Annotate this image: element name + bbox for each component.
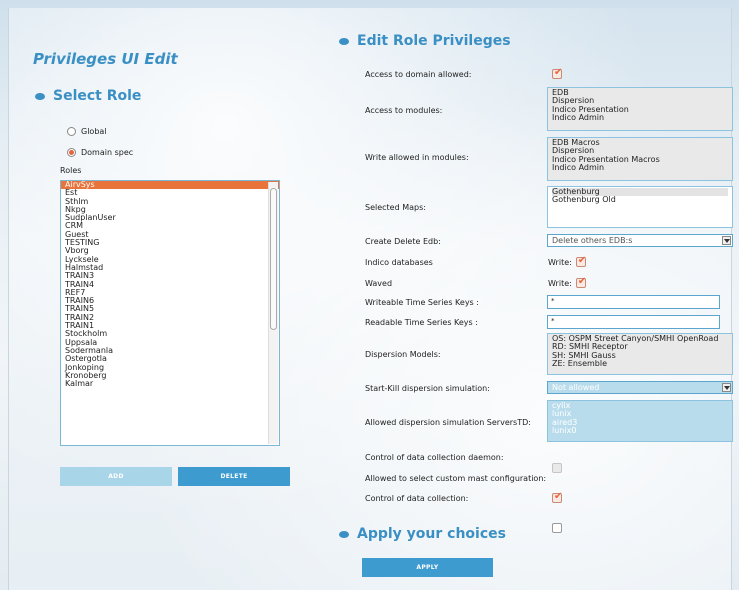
ctrl-daemon-checkbox[interactable] bbox=[552, 463, 562, 473]
list-item[interactable]: Gothenburg Old bbox=[552, 195, 728, 204]
role-list-item[interactable]: Kronoberg bbox=[61, 371, 279, 380]
role-list-item[interactable]: CRM bbox=[61, 222, 279, 231]
custom-mast-checkbox[interactable] bbox=[552, 491, 562, 503]
ctrl-daemon-label: Control of data collection daemon: bbox=[365, 453, 504, 462]
roles-listbox[interactable]: AirvSys Est Sthlm Nkpg SudplanUser CRM Guest TE… bbox=[60, 180, 280, 446]
radio-domain-label: Domain spec bbox=[81, 148, 134, 157]
roles-scrollbar[interactable] bbox=[268, 182, 278, 444]
create-delete-label: Create Delete Edb: bbox=[365, 237, 441, 246]
create-delete-value: Delete others EDB:s bbox=[552, 236, 633, 245]
radio-global[interactable]: Global bbox=[67, 127, 107, 136]
waved-write: Write: bbox=[548, 276, 586, 288]
writeable-ts-input[interactable]: * bbox=[547, 295, 720, 309]
radio-domain-spec[interactable]: Domain spec bbox=[67, 148, 133, 157]
list-item[interactable]: aired3 bbox=[552, 418, 728, 427]
role-list-item[interactable]: Sthlm bbox=[61, 197, 279, 206]
start-kill-value: Not allowed bbox=[552, 383, 600, 392]
indico-write: Write: bbox=[548, 255, 586, 267]
indico-write-checkbox[interactable] bbox=[575, 255, 586, 267]
role-list-item[interactable]: Kalmar bbox=[61, 379, 279, 388]
list-item[interactable]: lunix0 bbox=[552, 426, 728, 435]
add-button[interactable]: ADD bbox=[60, 467, 172, 486]
selected-maps-label: Selected Maps: bbox=[365, 203, 426, 212]
dispersion-models-listbox[interactable]: OS: OSPM Street Canyon/SMHI OpenRoad RD:… bbox=[547, 333, 733, 375]
radio-button-icon[interactable] bbox=[67, 127, 76, 136]
list-item[interactable]: Indico Admin bbox=[552, 113, 728, 122]
access-modules-listbox[interactable]: EDB Dispersion Indico Presentation Indic… bbox=[547, 87, 733, 131]
write-label: Write: bbox=[548, 278, 572, 288]
list-item[interactable]: lunix bbox=[552, 409, 728, 418]
access-domain-label: Access to domain allowed: bbox=[365, 70, 472, 79]
selected-maps-listbox[interactable]: Gothenburg Gothenburg Old bbox=[547, 186, 733, 228]
list-item[interactable]: ZE: Ensemble bbox=[552, 359, 728, 368]
readable-ts-input[interactable]: * bbox=[547, 315, 720, 329]
roles-label: Roles bbox=[60, 166, 82, 175]
create-delete-select[interactable]: Delete others EDB:s bbox=[547, 234, 733, 247]
role-list-item[interactable]: SudplanUser bbox=[61, 213, 279, 222]
edit-privileges-heading: Edit Role Privileges bbox=[339, 33, 511, 49]
ctrl-collection-checkbox[interactable] bbox=[552, 523, 562, 533]
app-title: Privileges UI Edit bbox=[33, 50, 178, 68]
role-list-item[interactable]: TRAIN4 bbox=[61, 280, 279, 289]
radio-button-selected-icon[interactable] bbox=[67, 148, 76, 157]
apply-heading: Apply your choices bbox=[339, 526, 506, 542]
edit-privileges-title: Edit Role Privileges bbox=[357, 33, 511, 49]
write-modules-listbox[interactable]: EDB Macros Dispersion Indico Presentatio… bbox=[547, 137, 733, 181]
access-domain-checkbox[interactable] bbox=[552, 67, 562, 79]
select-role-heading: Select Role bbox=[35, 88, 141, 104]
role-list-item[interactable]: AirvSys bbox=[61, 181, 279, 190]
chevron-down-icon[interactable] bbox=[722, 383, 731, 392]
bullet-icon bbox=[35, 92, 45, 100]
writeable-ts-label: Writeable Time Series Keys : bbox=[365, 298, 479, 307]
list-item[interactable]: cylix bbox=[552, 401, 728, 410]
apply-title: Apply your choices bbox=[357, 526, 506, 542]
indico-databases-label: Indico databases bbox=[365, 258, 433, 267]
dispersion-models-label: Dispersion Models: bbox=[365, 350, 441, 359]
custom-mast-label: Allowed to select custom mast configurat… bbox=[365, 474, 547, 483]
waved-write-checkbox[interactable] bbox=[575, 276, 586, 288]
select-role-title: Select Role bbox=[53, 88, 142, 104]
readable-ts-label: Readable Time Series Keys : bbox=[365, 318, 478, 327]
chevron-down-icon[interactable] bbox=[722, 236, 731, 245]
ctrl-collection-label: Control of data collection: bbox=[365, 494, 469, 503]
list-item[interactable]: Indico Admin bbox=[552, 163, 728, 172]
servers-listbox[interactable]: cylix lunix aired3 lunix0 bbox=[547, 400, 733, 442]
write-label: Write: bbox=[548, 257, 572, 267]
bullet-icon bbox=[339, 530, 349, 538]
role-list-item[interactable]: TESTING bbox=[61, 238, 279, 247]
write-modules-label: Write allowed in modules: bbox=[365, 153, 469, 162]
role-list-item[interactable]: Est bbox=[61, 188, 279, 197]
delete-button[interactable]: DELETE bbox=[178, 467, 290, 486]
start-kill-label: Start-Kill dispersion simulation: bbox=[365, 384, 490, 393]
start-kill-select[interactable]: Not allowed bbox=[547, 381, 733, 394]
access-modules-label: Access to modules: bbox=[365, 106, 443, 115]
scrollbar-thumb[interactable] bbox=[270, 188, 277, 330]
bullet-icon bbox=[339, 37, 349, 45]
apply-button[interactable]: APPLY bbox=[362, 558, 493, 577]
servers-label: Allowed dispersion simulation ServersTD: bbox=[365, 418, 531, 427]
radio-global-label: Global bbox=[81, 127, 107, 136]
waved-label: Waved bbox=[365, 279, 393, 288]
